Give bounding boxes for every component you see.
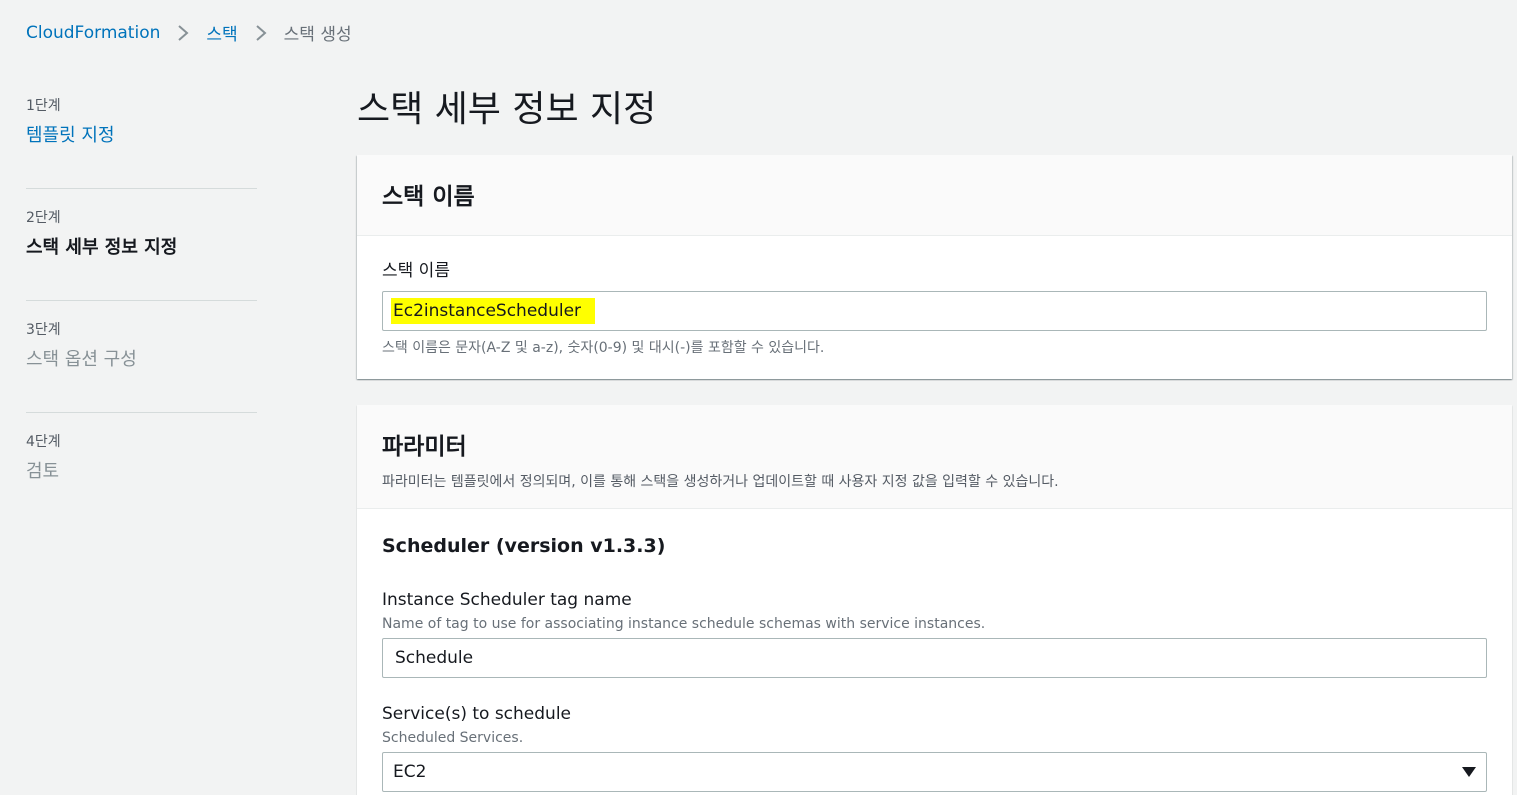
breadcrumb-create-stack: 스택 생성 [283, 25, 352, 45]
tag-name-label: Instance Scheduler tag name [382, 590, 632, 610]
stack-name-panel-title: 스택 이름 [382, 184, 475, 210]
breadcrumb: CloudFormation 스택 스택 생성 [26, 20, 352, 46]
breadcrumb-cloudformation[interactable]: CloudFormation [26, 23, 160, 43]
stack-name-panel-body: 스택 이름 Ec2instanceScheduler 스택 이름은 문자(A-Z… [357, 236, 1512, 357]
stack-name-panel: 스택 이름 스택 이름 Ec2instanceScheduler 스택 이름은 … [357, 155, 1512, 379]
wizard-step-4: 4단계 검토 [26, 431, 257, 525]
services-selected-value: EC2 [393, 762, 427, 782]
step-configure-options: 스택 옵션 구성 [26, 349, 137, 370]
wizard-steps: 1단계 템플릿 지정 2단계 스택 세부 정보 지정 3단계 스택 옵션 구성 … [26, 92, 257, 543]
parameters-panel-description: 파라미터는 템플릿에서 정의되며, 이를 통해 스택을 생성하거나 업데이트할 … [382, 474, 1059, 490]
wizard-step-3: 3단계 스택 옵션 구성 [26, 319, 257, 413]
step-number: 4단계 [26, 434, 61, 450]
services-field: Service(s) to schedule Scheduled Service… [382, 704, 1487, 792]
chevron-right-icon [247, 23, 275, 43]
step-number: 3단계 [26, 322, 61, 338]
step-review: 검토 [26, 461, 60, 482]
tag-name-description: Name of tag to use for associating insta… [382, 616, 986, 632]
parameters-panel-body: Scheduler (version v1.3.3) Instance Sche… [357, 509, 1512, 792]
stack-name-input[interactable]: Ec2instanceScheduler [382, 291, 1487, 331]
caret-down-icon [1462, 767, 1476, 777]
tag-name-value: Schedule [395, 648, 474, 668]
page-title: 스택 세부 정보 지정 [357, 89, 657, 130]
step-link-specify-template[interactable]: 템플릿 지정 [26, 121, 257, 147]
stack-name-label: 스택 이름 [382, 261, 450, 281]
wizard-step-1: 1단계 템플릿 지정 [26, 95, 257, 189]
breadcrumb-stacks[interactable]: 스택 [206, 20, 237, 45]
step-number: 2단계 [26, 210, 61, 226]
parameters-panel: 파라미터 파라미터는 템플릿에서 정의되며, 이를 통해 스택을 생성하거나 업… [357, 405, 1512, 795]
wizard-step-2: 2단계 스택 세부 정보 지정 [26, 207, 257, 301]
parameters-panel-title: 파라미터 [382, 434, 467, 460]
page: CloudFormation 스택 스택 생성 1단계 템플릿 지정 2단계 스… [0, 0, 1517, 795]
step-number: 1단계 [26, 98, 61, 114]
tag-name-field: Instance Scheduler tag name Name of tag … [382, 590, 1487, 678]
services-label: Service(s) to schedule [382, 704, 572, 724]
stack-name-value: Ec2instanceScheduler [391, 298, 596, 324]
stack-name-hint: 스택 이름은 문자(A-Z 및 a-z), 숫자(0-9) 및 대시(-)를 포… [382, 340, 825, 356]
services-select[interactable]: EC2 [382, 752, 1487, 792]
services-description: Scheduled Services. [382, 730, 524, 746]
step-current-stack-details: 스택 세부 정보 지정 [26, 237, 178, 258]
scheduler-section-title: Scheduler (version v1.3.3) [382, 535, 666, 557]
tag-name-input[interactable]: Schedule [382, 638, 1487, 678]
parameters-panel-header: 파라미터 파라미터는 템플릿에서 정의되며, 이를 통해 스택을 생성하거나 업… [357, 405, 1512, 509]
stack-name-panel-header: 스택 이름 [357, 155, 1512, 236]
chevron-right-icon [169, 23, 197, 43]
